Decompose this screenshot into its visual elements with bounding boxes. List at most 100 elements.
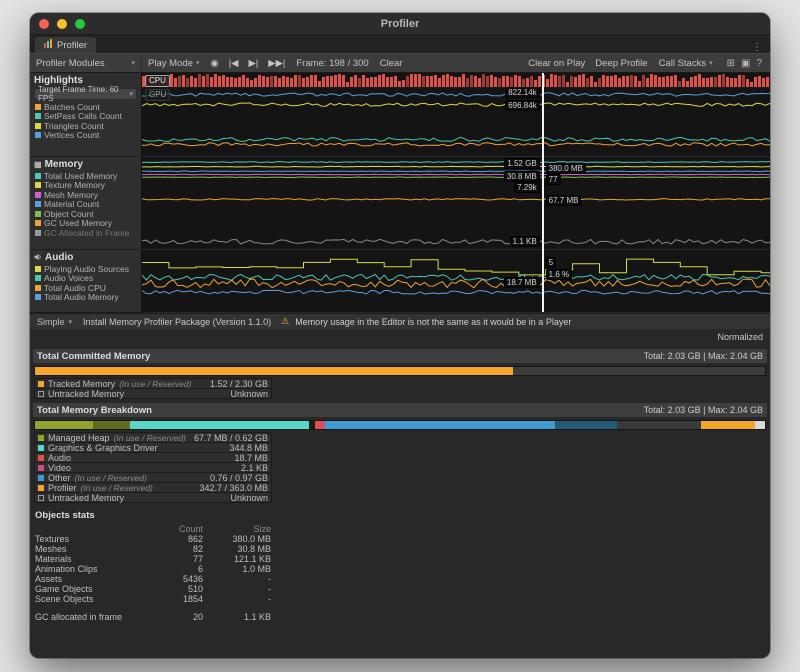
frame-bar[interactable] (514, 75, 517, 87)
frame-bar[interactable] (522, 79, 525, 87)
audio-chart[interactable]: 51.6 %18.7 MB (142, 250, 770, 313)
frame-bar[interactable] (682, 78, 685, 88)
frame-bar[interactable] (642, 75, 645, 87)
frame-bar[interactable] (358, 78, 361, 87)
table-row[interactable]: Textures 862 380.0 MB (33, 534, 767, 544)
frame-bar[interactable] (182, 75, 185, 87)
frame-bar[interactable] (170, 74, 173, 87)
frame-bar[interactable] (526, 78, 529, 87)
chart-series-item[interactable]: Audio Voices (35, 274, 141, 284)
frame-bar[interactable] (470, 75, 473, 87)
view-mode-dropdown[interactable]: Simple▾ (32, 314, 77, 329)
frame-bar[interactable] (382, 74, 385, 87)
selected-frame-line[interactable] (542, 73, 544, 312)
frame-bar[interactable] (194, 78, 197, 87)
table-row[interactable]: Animation Clips 6 1.0 MB (33, 564, 767, 574)
frame-bar[interactable] (214, 74, 217, 87)
frame-bar[interactable] (506, 76, 509, 87)
chart-series-item[interactable]: Mesh Memory (35, 190, 141, 200)
prev-frame-button[interactable]: |◀ (224, 58, 244, 69)
frame-bar[interactable] (550, 74, 553, 87)
frame-bar[interactable] (254, 78, 257, 88)
frame-bar[interactable] (738, 75, 741, 87)
frame-bar[interactable] (370, 77, 373, 87)
clear-on-play-toggle[interactable]: Clear on Play (523, 58, 590, 69)
frame-bar[interactable] (614, 75, 617, 88)
frame-bar[interactable] (410, 74, 413, 87)
frame-bar[interactable] (598, 78, 601, 87)
frame-bar[interactable] (546, 79, 549, 87)
frame-bar[interactable] (538, 76, 541, 87)
table-row[interactable]: Meshes 82 30.8 MB (33, 544, 767, 554)
chart-series-item[interactable]: Total Used Memory (35, 171, 141, 181)
frame-bar[interactable] (638, 81, 641, 87)
frame-bar[interactable] (450, 76, 453, 87)
committed-memory-bar[interactable] (34, 366, 766, 376)
frame-bar[interactable] (414, 74, 417, 87)
frame-bar[interactable] (666, 76, 669, 87)
frame-bar[interactable] (610, 76, 613, 87)
frame-bar[interactable] (350, 77, 353, 87)
frame-bar[interactable] (766, 77, 769, 87)
frame-bar[interactable] (282, 76, 285, 87)
frame-bar[interactable] (630, 75, 633, 87)
profiler-modules-dropdown[interactable]: Profiler Modules▾ (30, 54, 142, 72)
frame-bar[interactable] (730, 78, 733, 87)
frame-bar[interactable] (330, 76, 333, 87)
frame-bar[interactable] (274, 76, 277, 87)
frame-bar[interactable] (734, 78, 737, 87)
frame-bar[interactable] (226, 77, 229, 87)
frame-bar[interactable] (678, 81, 681, 87)
deep-profile-toggle[interactable]: Deep Profile (590, 58, 652, 69)
frame-bar[interactable] (654, 75, 657, 87)
cpu-chip[interactable]: CPU (145, 75, 170, 87)
frame-bar[interactable] (262, 76, 265, 87)
frame-bar[interactable] (634, 76, 637, 87)
frame-bar[interactable] (206, 74, 209, 87)
frame-bar[interactable] (438, 78, 441, 87)
frame-bar[interactable] (390, 77, 393, 87)
frame-bar[interactable] (446, 74, 449, 87)
frame-bar[interactable] (462, 74, 465, 87)
frame-bar[interactable] (570, 76, 573, 87)
frame-bar[interactable] (590, 76, 593, 87)
table-row[interactable]: Scene Objects 1854 - (33, 594, 767, 604)
call-stacks-dropdown[interactable]: Call Stacks▾ (653, 58, 719, 69)
memory-breakdown-bar[interactable] (34, 420, 766, 430)
frame-bar[interactable] (258, 75, 261, 87)
frame-bar[interactable] (578, 75, 581, 87)
frame-bar[interactable] (186, 78, 189, 87)
table-row[interactable]: Game Objects 510 - (33, 584, 767, 594)
frame-bar[interactable] (294, 75, 297, 87)
chart-series-item[interactable]: SetPass Calls Count (35, 112, 141, 122)
frame-bar[interactable] (582, 74, 585, 87)
frame-bar[interactable] (306, 77, 309, 87)
frame-bar[interactable] (466, 78, 469, 87)
frame-bar[interactable] (366, 78, 369, 87)
cpu-frame-bars[interactable] (142, 74, 770, 87)
frame-bar[interactable] (378, 75, 381, 87)
frame-bar[interactable] (650, 74, 653, 87)
frame-bar[interactable] (690, 77, 693, 87)
frame-bar[interactable] (406, 76, 409, 87)
next-frame-button[interactable]: ▶| (243, 58, 263, 69)
frame-bar[interactable] (646, 78, 649, 87)
frame-bar[interactable] (174, 78, 177, 87)
chart-series-item[interactable]: Material Count (35, 200, 141, 210)
frame-bar[interactable] (394, 76, 397, 87)
module-memory[interactable]: ▦ Memory Total Used Memory Texture Memor… (30, 157, 141, 250)
frame-bar[interactable] (346, 82, 349, 87)
frame-bar[interactable] (486, 76, 489, 87)
frame-bar[interactable] (626, 76, 629, 87)
module-highlights[interactable]: Highlights Target Frame Time: 60 FPS▾ Ba… (30, 73, 141, 157)
frame-bar[interactable] (322, 77, 325, 87)
frame-bar[interactable] (698, 74, 701, 87)
frame-bar[interactable] (558, 76, 561, 87)
frame-bar[interactable] (442, 75, 445, 87)
tab-profiler[interactable]: Profiler (35, 37, 96, 53)
legend-row[interactable]: Untracked Memory Unknown (34, 492, 272, 503)
frame-bar[interactable] (430, 76, 433, 87)
tab-context-menu-icon[interactable]: ⋮ (744, 42, 770, 53)
frame-bar[interactable] (530, 76, 533, 87)
frame-bar[interactable] (490, 75, 493, 87)
